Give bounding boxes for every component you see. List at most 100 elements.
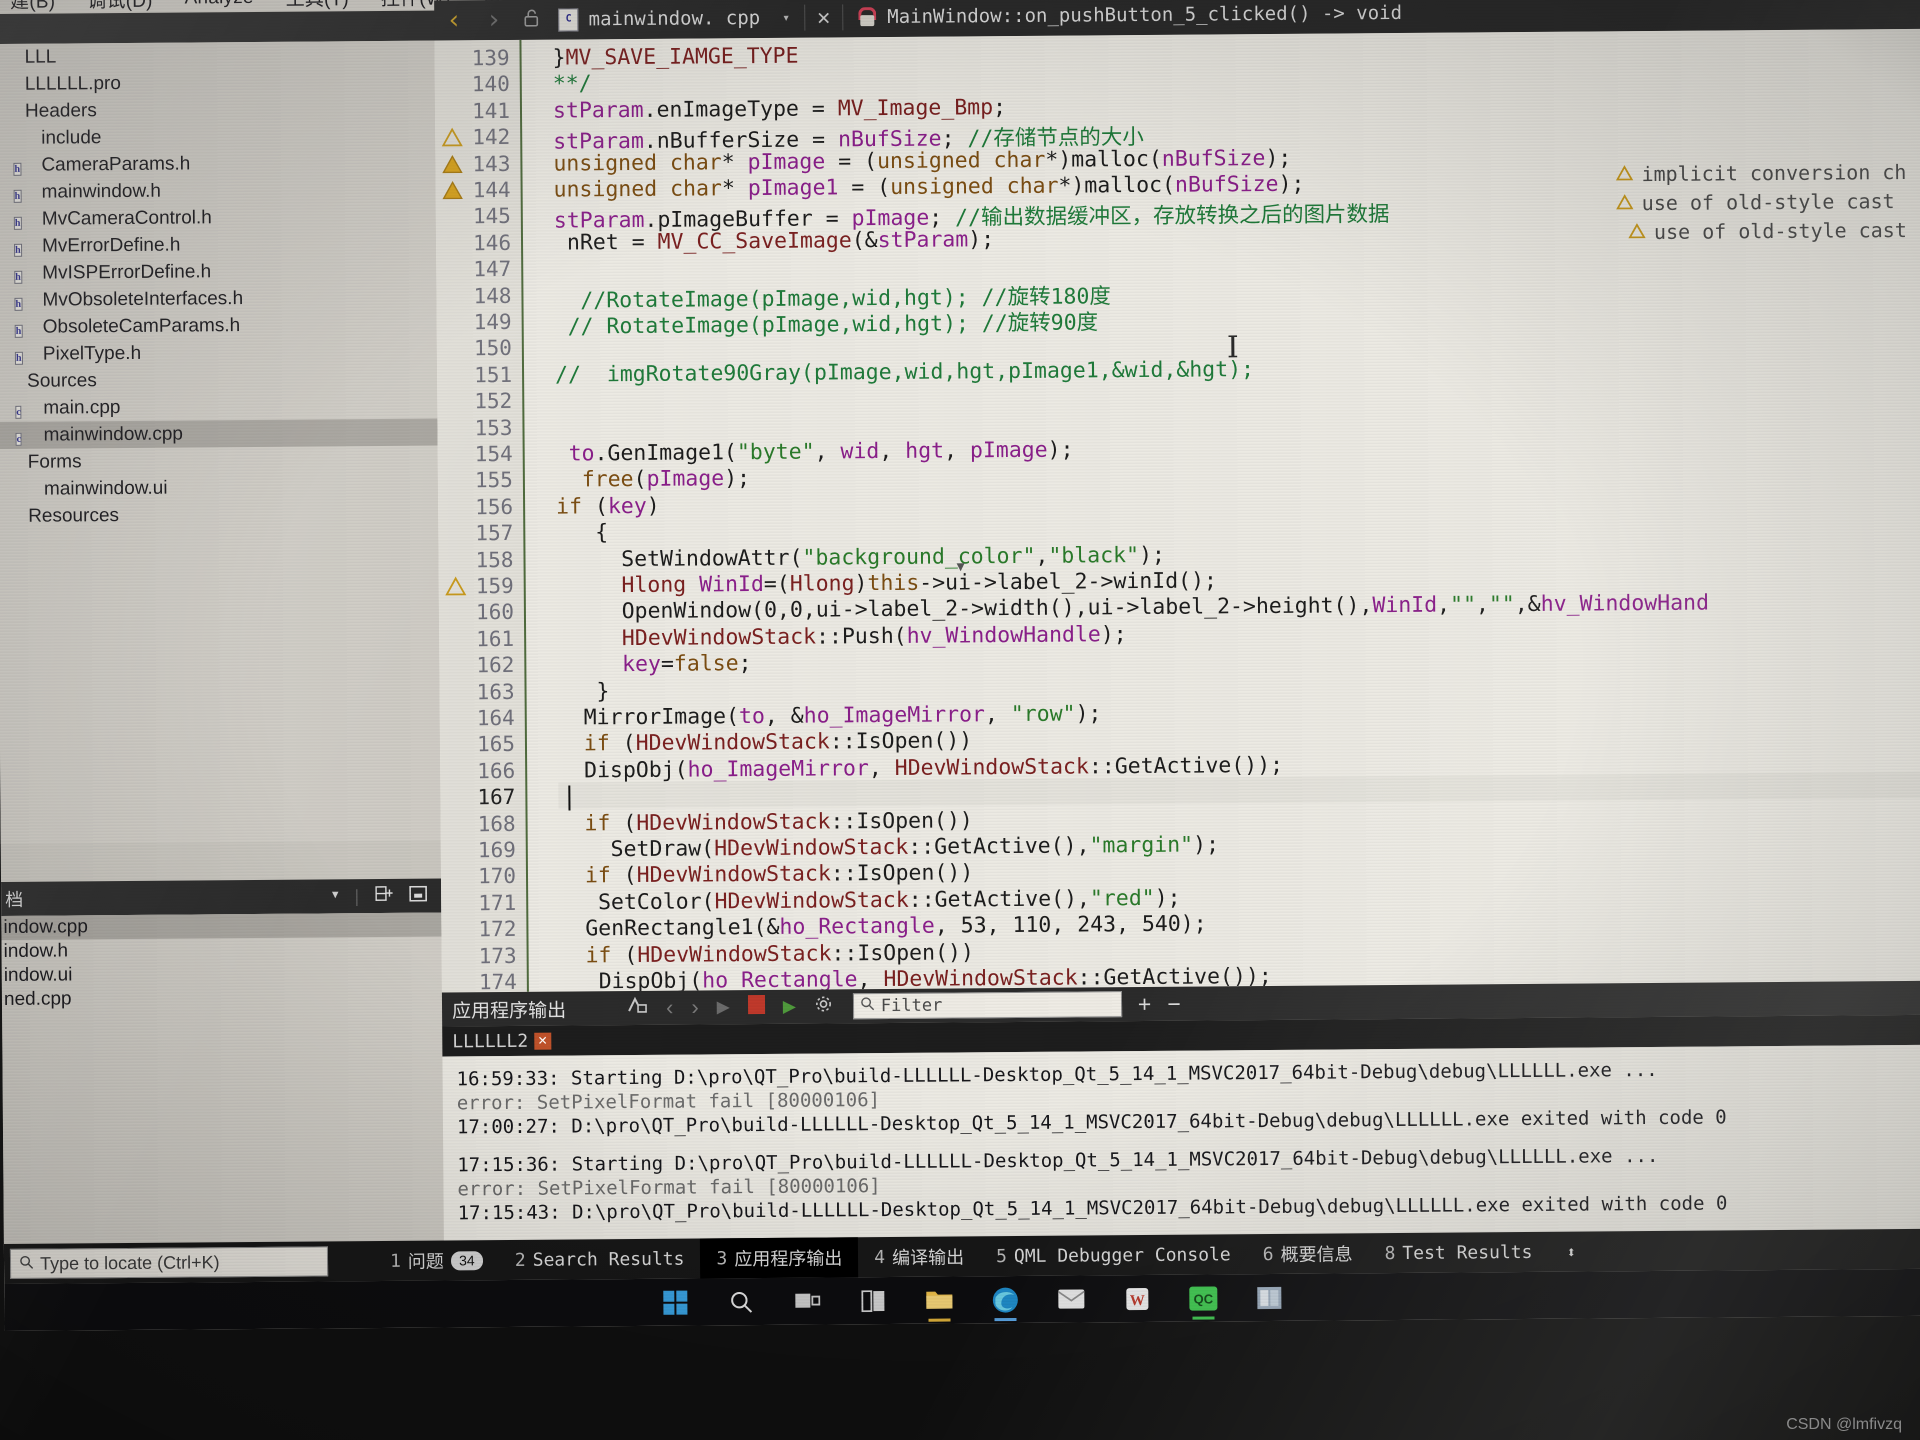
tree-item-headers[interactable]: Headers — [0, 95, 435, 125]
code-line-158[interactable]: SetWindowAttr("background_color","black"… — [556, 542, 1165, 572]
tree-item-forms[interactable]: Forms — [0, 446, 438, 476]
code-line-170[interactable]: if (HDevWindowStack::IsOpen()) — [559, 861, 974, 889]
status-tab-1[interactable]: 1 问题 34 — [374, 1240, 499, 1281]
stop-icon[interactable] — [747, 994, 765, 1019]
close-icon[interactable]: ✕ — [805, 5, 842, 30]
warning-triangle-icon[interactable] — [441, 127, 463, 150]
editor-tab-mainwindow-cpp[interactable]: C mainwindow. cpp — [550, 0, 768, 40]
task-view-icon[interactable] — [787, 1281, 827, 1321]
code-line-154[interactable]: to.GenImage1("byte", wid, hgt, pImage); — [556, 438, 1074, 467]
mail-icon[interactable] — [1051, 1279, 1091, 1319]
menu-item-3[interactable]: 工具(T) — [270, 0, 365, 11]
code-line-173[interactable]: if (HDevWindowStack::IsOpen()) — [560, 940, 974, 968]
status-tab-5[interactable]: 5 QML Debugger Console — [980, 1234, 1247, 1276]
unlocked-icon[interactable] — [513, 7, 550, 32]
code-line-159[interactable]: Hlong WinId=(Hlong)this->ui->label_2->wi… — [557, 568, 1217, 598]
prev-icon[interactable]: ‹ — [666, 995, 674, 1021]
code-line-161[interactable]: HDevWindowStack::Push(hv_WindowHandle); — [557, 622, 1127, 651]
next-icon[interactable]: › — [691, 994, 699, 1020]
tree-item-mainwindow-ui[interactable]: mainwindow.ui — [0, 473, 438, 503]
qt-creator-icon[interactable]: QC — [1183, 1278, 1223, 1320]
code-editor[interactable]: 139 140 141 142 143 144 145 146 147 148 149 150 151 1… — [434, 28, 1920, 993]
tree-item-resources[interactable]: Resources — [0, 500, 438, 530]
menu-item-2[interactable]: Analyze — [169, 0, 270, 10]
status-tab-3[interactable]: 3 应用程序输出 — [700, 1237, 859, 1279]
tree-item-cameraparams-h[interactable]: h CameraParams.h — [0, 149, 436, 179]
open-document-item[interactable]: indow.h — [1, 937, 441, 964]
code-line-163[interactable]: } — [557, 679, 609, 704]
app-window-icon[interactable] — [1249, 1277, 1289, 1317]
menu-item-1[interactable]: 调试(D) — [71, 0, 169, 13]
code-line-151[interactable]: // imgRotate90Gray(pImage,wid,hgt,pImage… — [555, 357, 1254, 387]
search-icon[interactable] — [721, 1282, 761, 1322]
settings-gear-icon[interactable] — [814, 994, 833, 1018]
symbol-selector[interactable]: MainWindow::on_pushButton_5_clicked() ->… — [843, 2, 1402, 28]
code-line-172[interactable]: GenRectangle1(&ho_Rectangle, 53, 110, 24… — [559, 912, 1207, 942]
code-line-144[interactable]: unsigned char* pImage1 = (unsigned char*… — [554, 172, 1305, 203]
fold-arrow-icon[interactable]: ▾ — [957, 556, 965, 576]
open-document-item[interactable]: ned.cpp — [2, 985, 442, 1012]
chevron-down-icon[interactable]: ▾ — [332, 886, 339, 907]
tree-item-main-cpp[interactable]: c main.cpp — [0, 392, 437, 422]
code-line-141[interactable]: stParam.enImageType = MV_Image_Bmp; — [553, 95, 1006, 124]
code-line-168[interactable]: if (HDevWindowStack::IsOpen()) — [558, 808, 973, 836]
run-icon[interactable]: ▶ — [717, 997, 730, 1017]
tree-item-mvcameracontrol-h[interactable]: h MvCameraControl.h — [0, 203, 436, 233]
code-line-156[interactable]: if (key) — [556, 494, 660, 520]
tree-item-mvisperrordefine-h[interactable]: h MvISPErrorDefine.h — [0, 257, 436, 287]
file-explorer-icon[interactable] — [919, 1280, 959, 1322]
menu-item-0[interactable]: 建(B) — [0, 0, 71, 13]
chevron-down-icon[interactable]: ▾ — [768, 10, 804, 25]
warning-triangle-icon[interactable] — [441, 154, 463, 176]
open-document-item[interactable]: indow.cpp — [1, 912, 442, 940]
status-tab-4[interactable]: 4 编译输出 — [858, 1236, 980, 1277]
code-line-164[interactable]: MirrorImage(to, &ho_ImageMirror, "row"); — [558, 701, 1102, 730]
close-icon[interactable]: ✕ — [534, 1032, 552, 1050]
widgets-icon[interactable] — [853, 1280, 893, 1320]
tree-item-mvobsoleteinterfaces-h[interactable]: h MvObsoleteInterfaces.h — [0, 284, 437, 314]
windows-start-icon[interactable] — [655, 1282, 695, 1322]
open-document-item[interactable]: indow.ui — [2, 961, 442, 988]
output-filter-input[interactable]: Filter — [852, 991, 1122, 1020]
output-run-tab[interactable]: LLLLLL2 ✕ — [442, 1030, 561, 1052]
code-line-155[interactable]: free(pImage); — [556, 466, 750, 493]
tree-item-obsoletecamparams-h[interactable]: h ObsoleteCamParams.h — [0, 311, 437, 341]
edge-browser-icon[interactable] — [985, 1279, 1025, 1321]
rerun-icon[interactable]: ▶ — [783, 997, 796, 1017]
zoom-text-icon[interactable] — [626, 995, 648, 1020]
project-tree[interactable]: LLL LLLLLL.pro Headers include h CameraParams… — [0, 40, 441, 844]
code-line-169[interactable]: SetDraw(HDevWindowStack::GetActive(),"ma… — [559, 832, 1219, 862]
code-line-162[interactable]: key=false; — [557, 651, 752, 678]
remove-output-button[interactable]: − — [1167, 990, 1181, 1017]
tree-item-pixeltype-h[interactable]: h PixelType.h — [0, 338, 437, 368]
code-line-149[interactable]: // RotateImage(pImage,wid,hgt); //旋转90度 — [555, 305, 1099, 340]
updown-arrows-icon[interactable]: ⬍ — [1566, 1242, 1576, 1261]
status-tab-6[interactable]: 6 概要信息 — [1247, 1233, 1369, 1274]
code-line-171[interactable]: SetColor(HDevWindowStack::GetActive(),"r… — [559, 886, 1181, 916]
code-line-165[interactable]: if (HDevWindowStack::IsOpen()) — [558, 729, 973, 757]
tree-item-mainwindow-h[interactable]: h mainwindow.h — [0, 176, 436, 206]
chevron-left-icon[interactable]: ‹ — [434, 5, 474, 35]
warning-triangle-icon[interactable] — [442, 180, 464, 202]
wps-writer-icon[interactable]: W — [1117, 1278, 1157, 1318]
add-output-button[interactable]: + — [1138, 990, 1152, 1017]
code-line-139[interactable]: }MV_SAVE_IAMGE_TYPE — [552, 44, 798, 71]
minimize-icon[interactable] — [409, 885, 427, 906]
status-tab-8[interactable]: 8 Test Results — [1368, 1232, 1548, 1273]
code-line-146[interactable]: nRet = MV_CC_SaveImage(&stParam); — [554, 227, 994, 255]
split-icon[interactable] — [375, 885, 393, 906]
code-line-157[interactable]: { — [556, 520, 608, 545]
tree-item-mverrordefine-h[interactable]: h MvErrorDefine.h — [0, 230, 436, 260]
tree-item-lll[interactable]: LLL — [0, 41, 435, 71]
tree-item-include[interactable]: include — [0, 122, 435, 152]
warning-triangle-icon[interactable] — [445, 576, 467, 598]
tree-item-sources[interactable]: Sources — [0, 365, 437, 395]
chevron-right-icon[interactable]: › — [474, 5, 514, 35]
code-line-143[interactable]: unsigned char* pImage = (unsigned char*)… — [553, 145, 1291, 176]
tree-item-mainwindow-cpp[interactable]: c mainwindow.cpp — [0, 418, 438, 449]
tree-item-llllll-pro[interactable]: LLLLLL.pro — [0, 68, 435, 98]
locator-input[interactable]: Type to locate (Ctrl+K) — [9, 1246, 329, 1279]
code-line-166[interactable]: DispObj(ho_ImageMirror, HDevWindowStack:… — [558, 753, 1283, 784]
code-line-140[interactable]: **/ — [553, 72, 592, 97]
status-tab-2[interactable]: 2 Search Results — [499, 1238, 701, 1280]
